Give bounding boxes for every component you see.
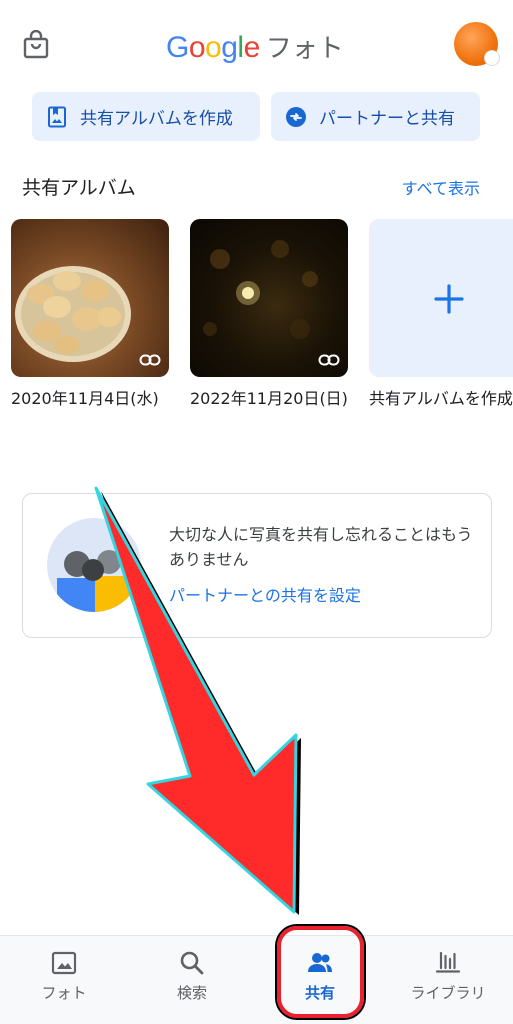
shared-albums-heading: 共有アルバム [22,177,136,199]
google-photos-logo: Google フォト [166,28,344,68]
nav-photos[interactable]: フォト [0,936,128,1024]
library-icon [435,951,461,973]
create-shared-album-button[interactable]: 共有アルバムを作成 [32,92,260,141]
search-icon [180,951,204,975]
create-album-label: 共有アルバムを作成 [369,389,513,408]
album-date-label: 2022年11月20日(日) [190,389,348,408]
link-icon [318,354,340,366]
shared-album-card[interactable]: 2020年11月4日(水) [11,219,169,411]
partner-share-icon [286,106,306,127]
logo-letter: g [221,31,238,64]
logo-letter: G [166,31,189,64]
shared-album-card[interactable]: 2022年11月20日(日) [190,219,348,411]
create-shared-album-card[interactable]: 共有アルバムを作成 [369,219,513,411]
nav-search-label: 検索 [176,984,207,1002]
partner-sharing-card: 大切な人に写真を共有し忘れることはもうありません パートナーとの共有を設定 [22,493,492,638]
partner-illustration-icon [47,518,141,612]
partner-card-message: 大切な人に写真を共有し忘れることはもうありません [169,525,473,569]
logo-letter: e [243,31,261,64]
logo-letter: o [205,31,222,64]
see-all-link[interactable]: すべて表示 [402,175,480,199]
create-shared-album-label: 共有アルバムを作成 [80,109,233,129]
avatar-badge [484,50,500,66]
partner-sharing-label: パートナーと共有 [319,109,455,129]
bottom-navigation: フォト 検索 共有 ライブラリ [0,935,513,1024]
plus-icon [434,284,464,314]
partner-sharing-button[interactable]: パートナーと共有 [271,92,480,141]
potatoes-photo-thumbnail[interactable] [11,219,169,377]
create-album-tile[interactable] [369,219,513,377]
photo-icon [51,951,77,975]
shopping-bag-icon[interactable] [22,30,50,60]
logo-product-name: フォト [265,34,344,64]
nav-library-label: ライブラリ [410,984,486,1002]
nav-photos-label: フォト [41,984,87,1002]
album-icon [48,106,66,127]
album-date-label: 2020年11月4日(水) [11,389,159,408]
sharing-tab-highlight [277,926,364,1018]
night-lights-photo-thumbnail[interactable] [190,219,348,377]
nav-library[interactable]: ライブラリ [384,936,512,1024]
nav-search[interactable]: 検索 [128,936,256,1024]
link-icon [139,354,161,366]
setup-partner-sharing-link[interactable]: パートナーとの共有を設定 [169,582,361,606]
logo-letter: o [188,31,206,64]
app-header: Google フォト [0,0,513,90]
logo-google-text: Google [166,31,260,65]
